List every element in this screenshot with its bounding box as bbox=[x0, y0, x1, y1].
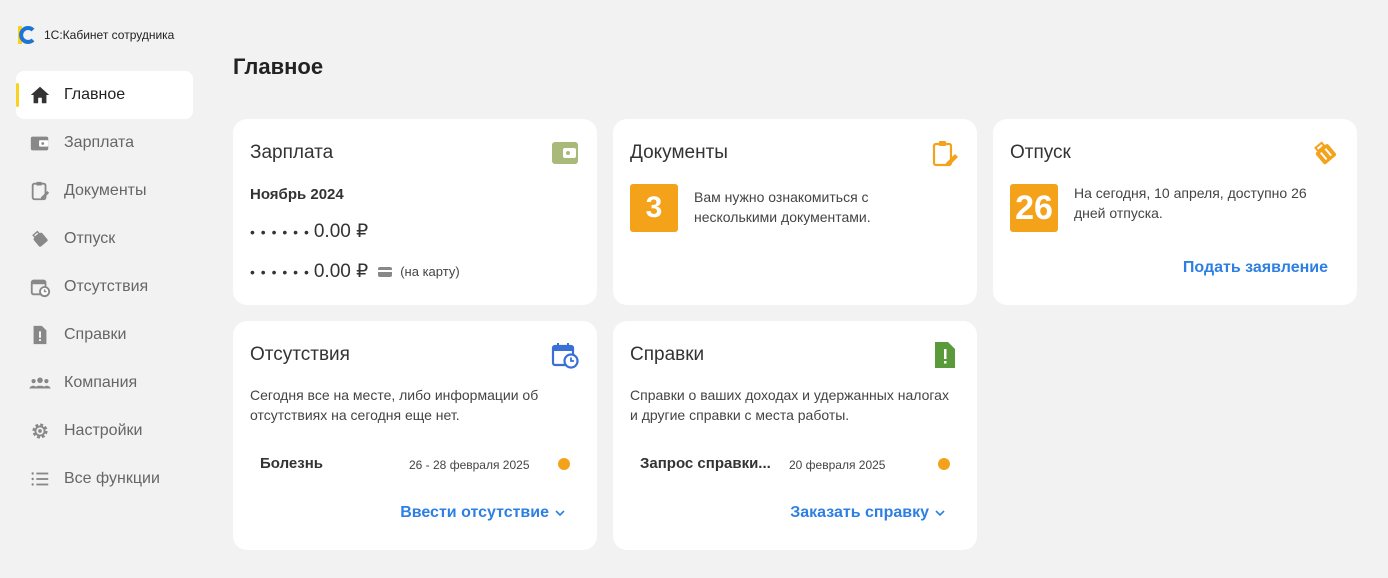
documents-count-badge: 3 bbox=[630, 184, 678, 232]
salary-card[interactable]: Зарплата Ноябрь 2024 • • • • • • 0.00 ₽ … bbox=[233, 119, 597, 305]
bank-card-icon bbox=[378, 266, 393, 277]
salary-period: Ноябрь 2024 bbox=[250, 186, 344, 203]
masked-digits: • • • • • • bbox=[250, 223, 310, 240]
sidebar-item-certificates[interactable]: Справки bbox=[16, 311, 193, 359]
status-dot bbox=[938, 458, 950, 470]
app-logo[interactable]: 1С:Кабинет сотрудника bbox=[18, 24, 174, 46]
salary-card-amount: 0.00 ₽ bbox=[313, 261, 369, 282]
salary-amount: 0.00 ₽ bbox=[313, 221, 369, 242]
wallet-icon bbox=[551, 139, 579, 167]
salary-amount-row: • • • • • • 0.00 ₽ bbox=[250, 220, 368, 243]
card-title: Отсутствия bbox=[250, 344, 350, 365]
people-icon bbox=[28, 371, 52, 395]
documents-text: Вам нужно ознакомиться с несколькими док… bbox=[694, 189, 871, 225]
absence-date: 26 - 28 февраля 2025 bbox=[409, 458, 530, 472]
status-dot bbox=[558, 458, 570, 470]
suitcase-icon bbox=[1311, 139, 1339, 167]
salary-card-amount-row: • • • • • • 0.00 ₽ (на карту) bbox=[250, 260, 460, 283]
chevron-down-icon bbox=[555, 510, 565, 517]
list-icon bbox=[28, 467, 52, 491]
sidebar-item-main[interactable]: Главное bbox=[16, 71, 193, 119]
document-alert-icon bbox=[931, 341, 959, 369]
sidebar-item-label: Настройки bbox=[64, 422, 143, 439]
logo-mark-icon bbox=[18, 24, 38, 46]
calendar-clock-icon bbox=[551, 341, 579, 369]
chevron-down-icon bbox=[935, 510, 945, 517]
sidebar-item-company[interactable]: Компания bbox=[16, 359, 193, 407]
documents-card[interactable]: Документы 3 Вам нужно ознакомиться с нес… bbox=[613, 119, 977, 305]
enter-absence-label: Ввести отсутствие bbox=[400, 504, 549, 521]
sidebar-item-label: Документы bbox=[64, 182, 147, 199]
vacation-card[interactable]: Отпуск 26 На сегодня, 10 апреля, доступн… bbox=[993, 119, 1357, 305]
clipboard-icon bbox=[28, 179, 52, 203]
app-title: 1С:Кабинет сотрудника bbox=[44, 28, 175, 42]
absences-card[interactable]: Отсутствия Сегодня все на месте, либо ин… bbox=[233, 321, 597, 550]
order-certificate-button[interactable]: Заказать справку bbox=[790, 504, 945, 522]
gear-icon bbox=[28, 419, 52, 443]
sidebar-item-label: Все функции bbox=[64, 470, 160, 487]
sidebar-item-label: Зарплата bbox=[64, 134, 135, 151]
certificate-list-item[interactable]: Запрос справки... 20 февраля 2025 bbox=[640, 453, 950, 475]
sidebar-item-settings[interactable]: Настройки bbox=[16, 407, 193, 455]
certificates-description: Справки о ваших доходах и удержанных нал… bbox=[630, 387, 949, 423]
enter-absence-button[interactable]: Ввести отсутствие bbox=[400, 504, 565, 522]
absences-description: Сегодня все на месте, либо информации об… bbox=[250, 387, 539, 423]
masked-digits: • • • • • • bbox=[250, 263, 310, 280]
sidebar-item-salary[interactable]: Зарплата bbox=[16, 119, 193, 167]
sidebar-item-label: Отсутствия bbox=[64, 278, 149, 295]
sidebar-nav: Главное Зарплата Документы Отпуск Отсутс… bbox=[16, 71, 193, 503]
calendar-clock-icon bbox=[28, 275, 52, 299]
suitcase-icon bbox=[28, 227, 52, 251]
document-alert-icon bbox=[28, 323, 52, 347]
card-title: Отпуск bbox=[1010, 142, 1071, 163]
sidebar-item-absences[interactable]: Отсутствия bbox=[16, 263, 193, 311]
page-title: Главное bbox=[233, 54, 324, 79]
sidebar-item-documents[interactable]: Документы bbox=[16, 167, 193, 215]
sidebar-item-label: Компания bbox=[64, 374, 138, 391]
vacation-text: На сегодня, 10 апреля, доступно 26 дней … bbox=[1074, 185, 1307, 221]
home-icon bbox=[28, 83, 52, 107]
clipboard-edit-icon bbox=[931, 139, 959, 167]
certificates-card[interactable]: Справки Справки о ваших доходах и удержа… bbox=[613, 321, 977, 550]
sidebar-item-vacation[interactable]: Отпуск bbox=[16, 215, 193, 263]
card-note: (на карту) bbox=[400, 264, 460, 279]
wallet-icon bbox=[28, 131, 52, 155]
sidebar-item-label: Главное bbox=[64, 86, 126, 103]
absence-list-item[interactable]: Болезнь 26 - 28 февраля 2025 bbox=[260, 453, 570, 475]
certificate-date: 20 февраля 2025 bbox=[789, 458, 886, 472]
card-title: Документы bbox=[630, 142, 728, 163]
sidebar-item-label: Отпуск bbox=[64, 230, 116, 247]
order-certificate-label: Заказать справку bbox=[790, 504, 929, 521]
submit-application-link[interactable]: Подать заявление bbox=[1183, 259, 1328, 277]
absence-name: Болезнь bbox=[260, 455, 323, 472]
certificate-name: Запрос справки... bbox=[640, 455, 771, 472]
vacation-days-badge: 26 bbox=[1010, 184, 1058, 232]
card-title: Справки bbox=[630, 344, 705, 365]
sidebar-item-label: Справки bbox=[64, 326, 127, 343]
sidebar-item-all-functions[interactable]: Все функции bbox=[16, 455, 193, 503]
card-title: Зарплата bbox=[250, 142, 334, 163]
